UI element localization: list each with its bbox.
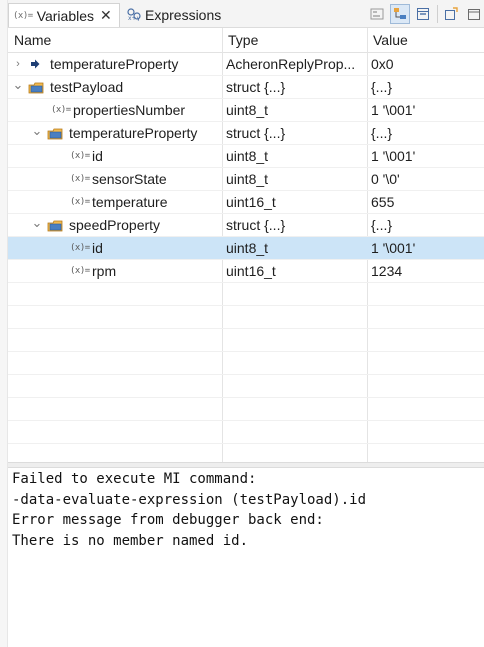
detail-text-line: Failed to execute MI command: [12, 471, 257, 487]
struct-icon [47, 214, 63, 236]
detail-text-line: Error message from debugger back end: [12, 512, 324, 528]
variable-icon: (x)= [70, 174, 90, 184]
variable-name: propertiesNumber [73, 102, 186, 118]
empty-table-row [8, 283, 484, 306]
variable-type: struct {...} [226, 79, 286, 95]
variable-icon: (x)= [70, 243, 90, 253]
svg-text:x+y: x+y [128, 15, 141, 21]
variable-name: rpm [92, 263, 117, 279]
tab-expressions[interactable]: x+y Expressions [124, 3, 236, 27]
column-header-value[interactable]: Value [367, 28, 484, 52]
view-toolbar [364, 3, 484, 25]
variable-value[interactable]: 0x0 [371, 53, 484, 75]
variable-type: uint8_t [226, 102, 269, 118]
variable-value[interactable]: 655 [371, 191, 484, 213]
collapse-chevron-icon[interactable]: ⌄ [12, 76, 24, 98]
expressions-icon: x+y [126, 7, 142, 24]
show-type-names-icon[interactable] [367, 4, 387, 24]
table-row[interactable]: (x)= id uint8_t 1 '\001' [8, 145, 484, 168]
struct-icon [47, 122, 63, 144]
variable-name: speedProperty [69, 217, 161, 233]
new-view-icon[interactable] [441, 4, 461, 24]
variable-value[interactable]: 0 '\0' [371, 168, 484, 190]
variable-icon: (x)= [70, 151, 90, 161]
collapse-chevron-icon[interactable]: ⌄ [31, 214, 43, 236]
detail-text-line: -data-evaluate-expression (testPayload).… [12, 491, 367, 508]
view-tab-bar: (x)= Variables ✕ x+y Expressions [8, 0, 484, 28]
pointer-icon [28, 53, 42, 75]
empty-table-row [8, 375, 484, 398]
table-header: Name Type Value [8, 28, 484, 53]
variable-type: struct {...} [226, 217, 286, 233]
table-row[interactable]: ⌄ speedProperty struct {...} {...} [8, 214, 484, 237]
collapse-chevron-icon[interactable]: ⌄ [31, 122, 43, 144]
variable-name: sensorState [92, 171, 167, 187]
close-icon[interactable]: ✕ [100, 7, 112, 24]
view-menu-icon[interactable] [464, 4, 484, 24]
tab-variables[interactable]: (x)= Variables ✕ [8, 3, 120, 27]
empty-table-row [8, 421, 484, 444]
column-header-name[interactable]: Name [8, 28, 222, 52]
variable-name: id [92, 148, 103, 164]
empty-table-row [8, 329, 484, 352]
tab-expressions-label: Expressions [145, 7, 222, 23]
variable-icon: (x)= [13, 10, 33, 21]
variable-type: uint16_t [226, 263, 276, 279]
table-row[interactable]: (x)= propertiesNumber uint8_t 1 '\001' [8, 99, 484, 122]
variable-type: uint8_t [226, 148, 269, 164]
variable-icon: (x)= [70, 266, 90, 276]
variable-name: temperatureProperty [69, 125, 198, 141]
column-header-type[interactable]: Type [222, 28, 367, 52]
variable-value[interactable]: {...} [371, 214, 484, 236]
variable-value[interactable]: 1 '\001' [371, 237, 484, 259]
table-row[interactable]: (x)= sensorState uint8_t 0 '\0' [8, 168, 484, 191]
table-row[interactable]: (x)= id uint8_t 1 '\001' [8, 237, 484, 260]
variable-value[interactable]: 1234 [371, 260, 484, 282]
variable-type: struct {...} [226, 125, 286, 141]
detail-pane[interactable]: Failed to execute MI command: -data-evalu… [8, 468, 484, 647]
tab-variables-label: Variables [36, 7, 95, 24]
variable-name: temperature [92, 194, 168, 210]
variable-value[interactable]: {...} [371, 76, 484, 98]
table-row[interactable]: (x)= temperature uint16_t 655 [8, 191, 484, 214]
variable-icon: (x)= [70, 197, 90, 207]
collapse-all-icon[interactable] [413, 4, 433, 24]
variable-name: id [92, 240, 103, 256]
variable-type: uint8_t [226, 240, 269, 256]
table-row[interactable]: ⌄ testPayload struct {...} {...} [8, 76, 484, 99]
struct-icon [28, 76, 44, 98]
variable-value[interactable]: {...} [371, 122, 484, 144]
toolbar-separator [437, 5, 438, 23]
empty-table-row [8, 352, 484, 375]
variable-name: testPayload [50, 79, 124, 95]
variables-tree: › temperatureProperty AcheronReplyProp... 0… [8, 53, 484, 467]
variable-value[interactable]: 1 '\001' [371, 145, 484, 167]
variables-view: (x)= Variables ✕ x+y Expressions Name Ty… [0, 0, 484, 647]
show-logical-structure-icon[interactable] [390, 4, 410, 24]
table-row[interactable]: › temperatureProperty AcheronReplyProp... 0… [8, 53, 484, 76]
variable-type: AcheronReplyProp... [226, 56, 356, 72]
expand-chevron-icon[interactable]: › [12, 53, 24, 75]
detail-text-line: There is no member named id. [12, 532, 249, 549]
variable-type: uint16_t [226, 194, 276, 210]
variable-type: uint8_t [226, 171, 269, 187]
table-row[interactable]: ⌄ temperatureProperty struct {...} {...} [8, 122, 484, 145]
variable-icon: (x)= [51, 105, 71, 115]
empty-table-row [8, 398, 484, 421]
table-row[interactable]: (x)= rpm uint16_t 1234 [8, 260, 484, 283]
empty-table-row [8, 306, 484, 329]
variable-value[interactable]: 1 '\001' [371, 99, 484, 121]
left-edge-strip [0, 0, 8, 647]
variable-name: temperatureProperty [50, 56, 179, 72]
